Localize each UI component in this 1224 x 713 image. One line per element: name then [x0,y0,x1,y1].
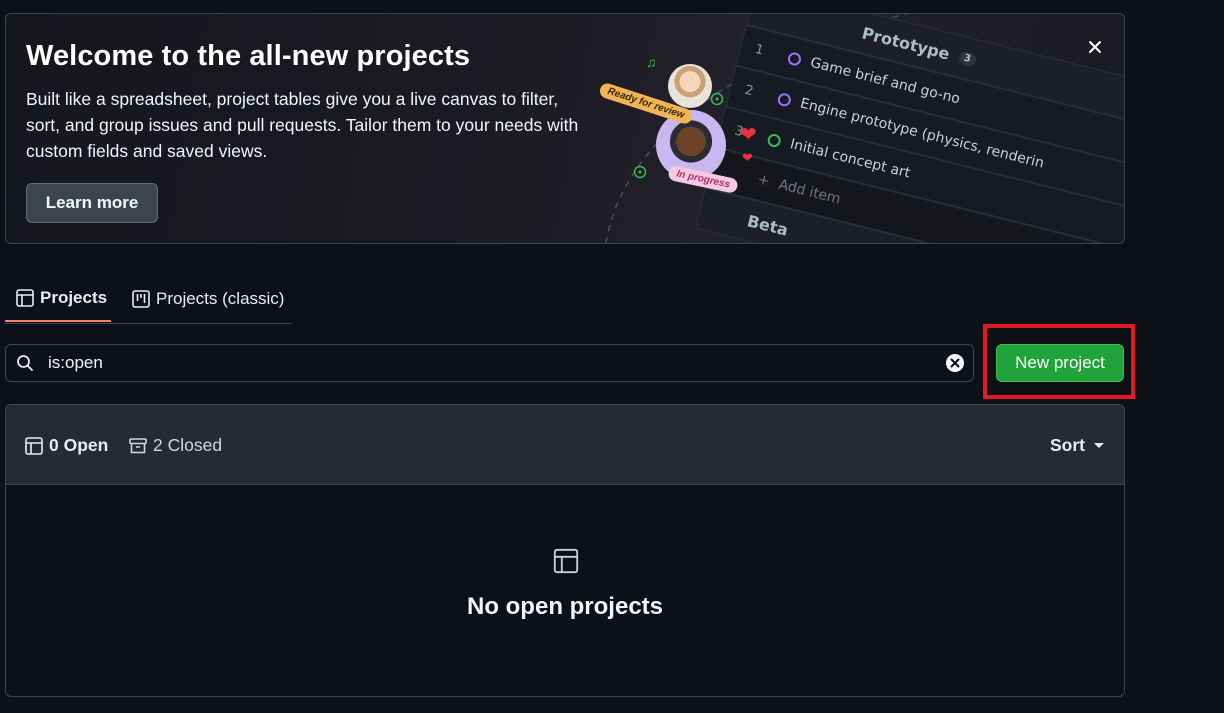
projects-list: 0 Open 2 Closed Sort No open projects [5,404,1125,697]
new-project-button[interactable]: New project [996,344,1124,382]
learn-more-button[interactable]: Learn more [26,183,158,223]
project-board-icon [132,289,150,308]
search-icon [16,354,34,372]
caret-down-icon [1094,443,1104,448]
closed-filter[interactable]: 2 Closed [128,435,222,456]
table-icon [553,548,579,574]
banner-title: Welcome to the all-new projects [26,40,471,72]
close-icon [1089,41,1101,53]
heart-icon: ❤ [740,124,757,146]
empty-state-title: No open projects [466,593,664,620]
clear-icon [946,354,964,372]
banner-illustration: Prototype 3 1 Game brief and go-no 2 Eng… [586,14,1124,243]
banner-description: Built like a spreadsheet, project tables… [26,89,579,161]
search-input[interactable] [46,352,945,374]
search-bar [5,344,974,382]
tab-projects-classic[interactable]: Projects (classic) [131,275,284,322]
tab-projects[interactable]: Projects [5,275,111,322]
avatar [668,64,712,108]
heart-icon: ❤ [742,150,753,165]
close-banner-button[interactable] [1082,34,1108,60]
project-tabs: Projects Projects (classic) [5,275,292,324]
sort-dropdown[interactable]: Sort [1050,435,1104,456]
list-header: 0 Open 2 Closed Sort [6,405,1124,485]
issue-open-icon [633,165,647,179]
table-icon [16,288,34,307]
clear-search-button[interactable] [945,353,965,373]
welcome-banner: Welcome to the all-new projects Built li… [5,13,1125,244]
open-filter[interactable]: 0 Open [24,435,108,456]
empty-state: No open projects [6,485,1124,695]
archive-icon [129,437,147,453]
music-note-icon: ♫ [646,54,657,70]
issue-open-icon [710,92,724,106]
table-icon [25,436,43,455]
